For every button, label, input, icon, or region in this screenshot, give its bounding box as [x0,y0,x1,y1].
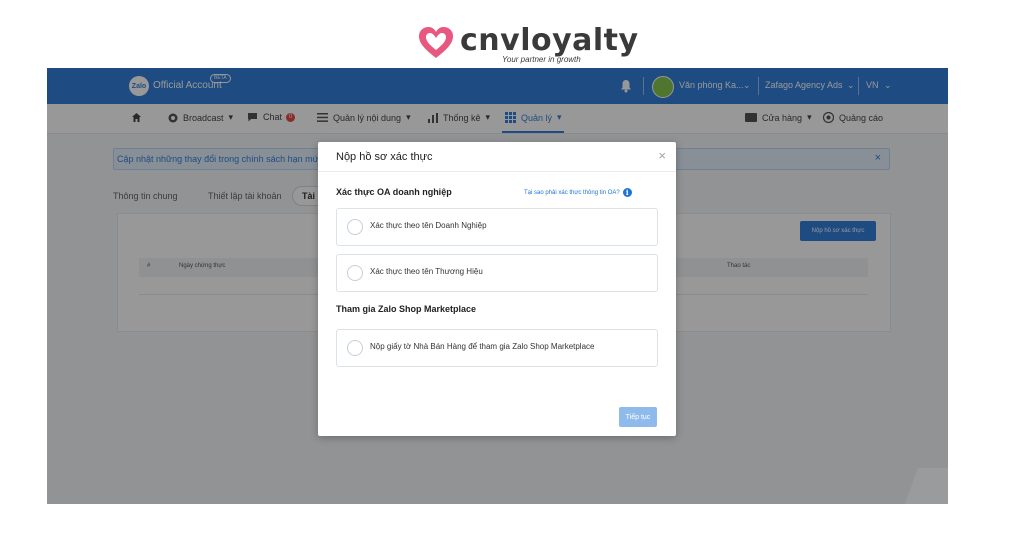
logo-tagline: Your partner in growth [502,55,581,64]
section-business-verification: Xác thực OA doanh nghiệp [336,187,452,197]
divider [318,171,676,172]
modal-title: Nộp hồ sơ xác thực [336,151,433,163]
option-label: Nộp giấy tờ Nhà Bán Hàng để tham gia Zal… [370,342,595,351]
option-brand-name[interactable]: Xác thực theo tên Thương Hiệu [336,254,658,292]
verification-modal: Nộp hồ sơ xác thực × Xác thực OA doanh n… [318,142,676,436]
info-icon: i [622,188,632,197]
option-label: Xác thực theo tên Doanh Nghiệp [370,221,487,230]
logo-name: cnvloyalty [460,23,639,58]
option-label: Xác thực theo tên Thương Hiệu [370,267,483,276]
heart-icon [419,27,453,58]
help-link[interactable]: Tại sao phải xác thực thông tin OA? i [524,188,632,197]
section-marketplace: Tham gia Zalo Shop Marketplace [336,304,477,314]
option-marketplace-seller[interactable]: Nộp giấy tờ Nhà Bán Hàng để tham gia Zal… [336,329,658,367]
cnvloyalty-logo: cnvloyalty Your partner in growth [416,25,639,69]
radio-button[interactable] [347,219,363,235]
zalo-oa-app: Zalo Official Account BETA Văn phòng Ka.… [47,68,948,504]
help-link-label: Tại sao phải xác thực thông tin OA? [524,189,620,196]
radio-button[interactable] [347,340,363,356]
close-icon[interactable]: × [658,149,666,162]
logo-wordmark: cnvloyalty Your partner in growth [460,23,639,65]
option-business-name[interactable]: Xác thực theo tên Doanh Nghiệp [336,208,658,246]
continue-button[interactable]: Tiếp tục [619,407,657,427]
radio-button[interactable] [347,265,363,281]
